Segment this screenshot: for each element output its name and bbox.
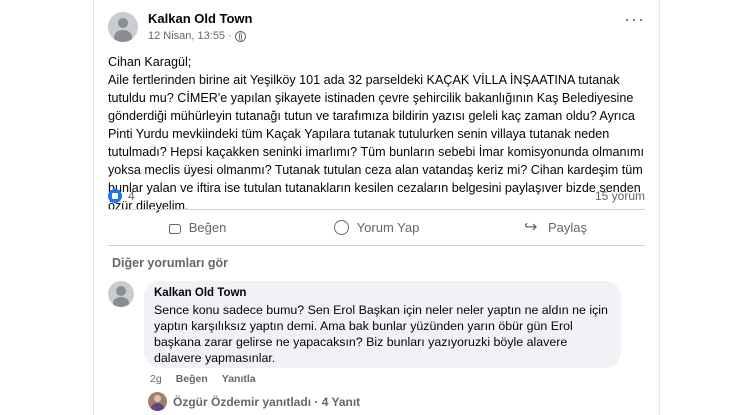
post-text: Cihan Karagül; Aile fertlerinden birine … bbox=[108, 53, 648, 215]
comment-time[interactable]: 2g bbox=[150, 373, 162, 385]
share-icon bbox=[524, 217, 540, 236]
like-reaction-icon bbox=[108, 189, 122, 203]
globe-icon bbox=[234, 30, 246, 42]
post-paragraph: Cihan Karagül; bbox=[108, 55, 192, 69]
comment-button-label: Yorum Yap bbox=[356, 219, 420, 235]
comment-like-link[interactable]: Beğen bbox=[176, 373, 208, 385]
reaction-summary[interactable]: 4 bbox=[108, 189, 135, 203]
replies-summary: Özgür Özdemir yanıtladı · 4 Yanıt bbox=[173, 394, 361, 409]
comment-button[interactable]: Yorum Yap bbox=[287, 215, 466, 239]
avatar-body bbox=[114, 30, 132, 42]
see-more-comments-link[interactable]: Diğer yorumları gör bbox=[112, 256, 228, 270]
post-date[interactable]: 12 Nisan, 13:55 · bbox=[148, 30, 232, 42]
divider bbox=[108, 209, 645, 210]
avatar-body bbox=[113, 297, 129, 307]
reply-author-avatar bbox=[148, 392, 167, 411]
post-meta: 12 Nisan, 13:55 · bbox=[148, 30, 246, 42]
comment-count[interactable]: 15 yorum bbox=[595, 189, 645, 203]
comment-author-name[interactable]: Kalkan Old Town bbox=[154, 287, 246, 299]
avatar-head bbox=[118, 18, 128, 28]
view-replies-link[interactable]: Özgür Özdemir yanıtladı · 4 Yanıt bbox=[148, 392, 360, 411]
avatar-head bbox=[116, 286, 126, 296]
divider bbox=[108, 245, 645, 246]
share-button-label: Paylaş bbox=[547, 219, 588, 235]
comment-reply-link[interactable]: Yanıtla bbox=[222, 373, 256, 385]
comment-text: Sence konu sadece bumu? Sen Erol Başkan … bbox=[154, 303, 608, 365]
post-author-name[interactable]: Kalkan Old Town bbox=[148, 11, 253, 26]
like-button-label: Beğen bbox=[188, 219, 227, 235]
thumbs-up-icon bbox=[168, 224, 181, 234]
comment-icon bbox=[333, 219, 349, 235]
comment-bubble: Kalkan Old Town Sence konu sadece bumu? … bbox=[144, 281, 621, 368]
reaction-count: 4 bbox=[128, 189, 135, 203]
post-card: Kalkan Old Town 12 Nisan, 13:55 · ··· Ci… bbox=[93, 0, 660, 415]
post-author-avatar[interactable] bbox=[108, 12, 138, 42]
action-bar: Beğen Yorum Yap Paylaş bbox=[108, 215, 645, 239]
like-button[interactable]: Beğen bbox=[108, 215, 287, 239]
share-button[interactable]: Paylaş bbox=[466, 215, 645, 239]
more-horizontal-icon[interactable]: ··· bbox=[624, 10, 645, 28]
post-paragraph: Aile fertlerinden birine ait Yeşilköy 10… bbox=[108, 73, 644, 213]
comment-meta: 2g Beğen Yanıtla bbox=[150, 373, 256, 385]
comment-author-avatar[interactable] bbox=[108, 281, 134, 307]
